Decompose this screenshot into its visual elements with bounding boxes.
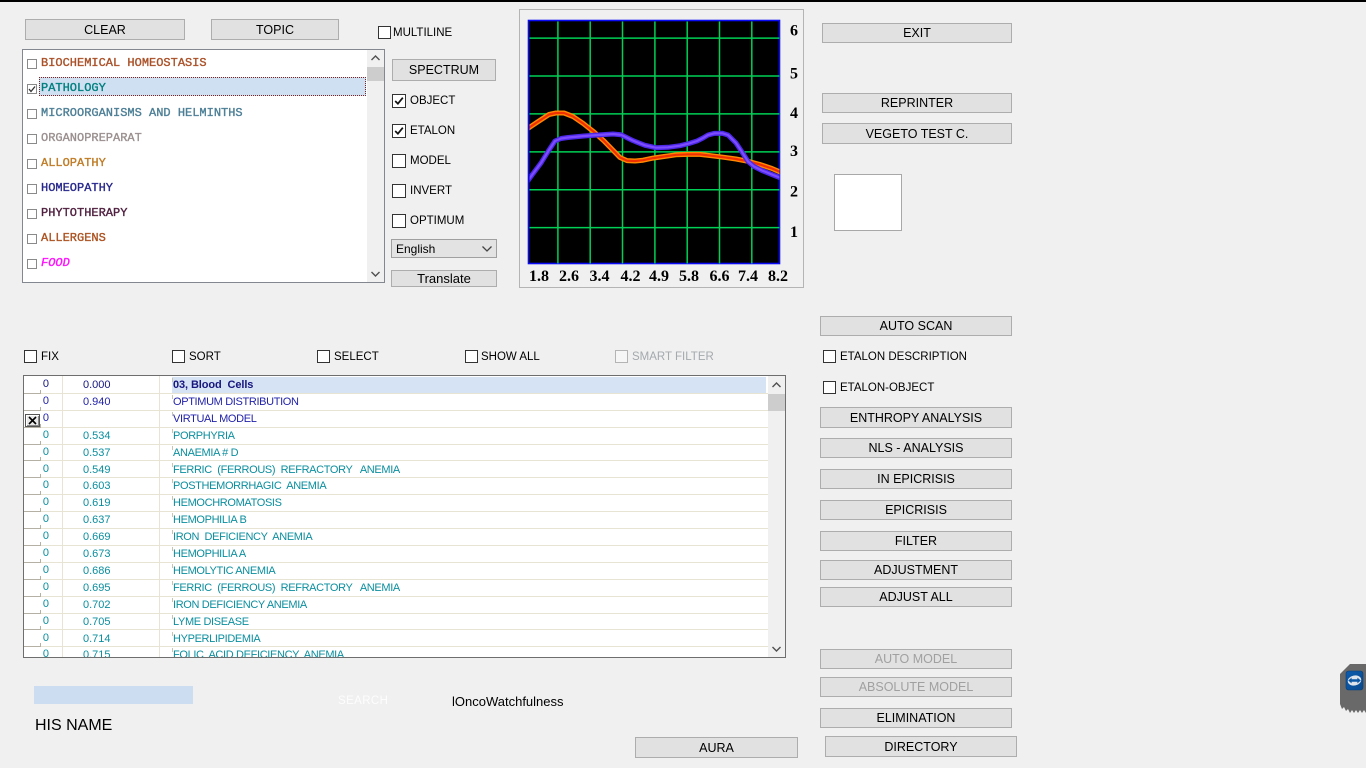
svg-text:4.2: 4.2 <box>621 268 641 285</box>
svg-text:4: 4 <box>790 105 798 122</box>
svg-text:5: 5 <box>790 66 798 83</box>
svg-text:1.8: 1.8 <box>529 268 549 285</box>
svg-text:6: 6 <box>790 23 798 40</box>
svg-text:2.6: 2.6 <box>559 268 579 285</box>
svg-text:6.6: 6.6 <box>710 268 730 285</box>
svg-text:3: 3 <box>790 143 798 160</box>
svg-text:5.8: 5.8 <box>679 268 699 285</box>
svg-text:8.2: 8.2 <box>768 268 788 285</box>
svg-text:3.4: 3.4 <box>590 268 610 285</box>
svg-text:4.9: 4.9 <box>649 268 669 285</box>
svg-text:7.4: 7.4 <box>738 268 758 285</box>
svg-text:1: 1 <box>790 224 798 241</box>
svg-text:2: 2 <box>790 184 798 201</box>
